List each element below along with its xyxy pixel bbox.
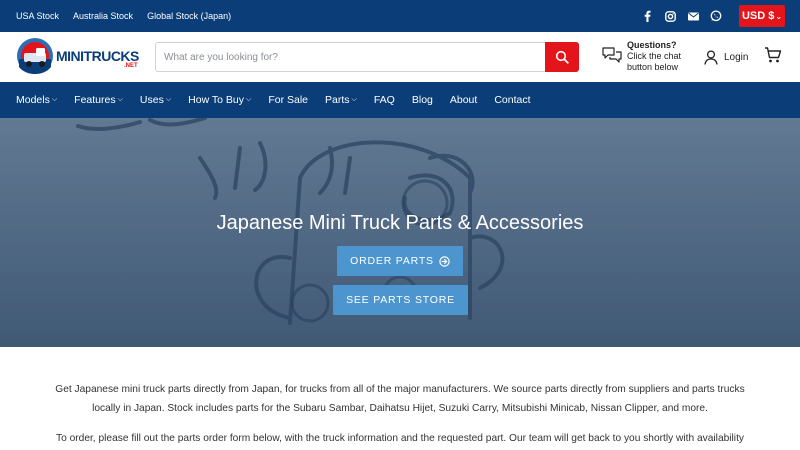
nav-label: Uses: [139, 94, 164, 106]
top-bar: USA Stock Australia Stock Global Stock (…: [0, 0, 800, 32]
cart-button[interactable]: [764, 46, 782, 69]
logo-wordmark: MINITRUCKS: [56, 48, 139, 64]
facebook-icon[interactable]: [640, 9, 654, 23]
nav-item-faq[interactable]: FAQ: [374, 94, 395, 106]
nav-item-uses[interactable]: Uses ⌵: [140, 94, 171, 106]
nav-item-how-to-buy[interactable]: How To Buy ⌵: [188, 94, 251, 106]
search-bar: [155, 42, 579, 72]
australia-stock-link[interactable]: Australia Stock: [73, 11, 133, 21]
nav-label: Models: [16, 94, 50, 106]
questions-title: Questions?: [627, 40, 677, 50]
nav-label: Contact: [494, 94, 531, 106]
stock-links: USA Stock Australia Stock Global Stock (…: [16, 0, 231, 32]
chevron-down-icon: ⌵: [246, 96, 252, 103]
nav-item-about[interactable]: About: [450, 94, 477, 106]
nav-item-blog[interactable]: Blog: [412, 94, 433, 106]
nav-item-models[interactable]: Models ⌵: [16, 94, 57, 106]
intro-section: Get Japanese mini truck parts directly f…: [0, 347, 800, 450]
search-icon: [555, 50, 569, 64]
search-button[interactable]: [545, 42, 579, 72]
logo-badge-icon: [17, 38, 53, 74]
nav-item-for-sale[interactable]: For Sale: [268, 94, 308, 106]
order-parts-label: ORDER PARTS: [350, 255, 434, 267]
currency-label: USD $: [741, 10, 775, 22]
nav-label: Blog: [411, 94, 433, 106]
login-label: Login: [724, 51, 749, 63]
nav-label: For Sale: [268, 94, 309, 106]
nav-label: How To Buy: [188, 94, 245, 106]
nav-label: Features: [74, 94, 116, 106]
order-instructions-paragraph: To order, please fill out the parts orde…: [56, 433, 744, 444]
nav-item-features[interactable]: Features ⌵: [74, 94, 123, 106]
chevron-down-icon: ⌵: [351, 96, 357, 103]
site-logo[interactable]: MINITRUCKS .NET: [16, 37, 142, 77]
mail-icon[interactable]: [686, 9, 700, 23]
hero-banner: Japanese Mini Truck Parts & Accessories …: [0, 118, 800, 347]
cart-icon: [765, 47, 782, 63]
chevron-down-icon: ⌵: [165, 96, 172, 103]
main-navigation: Models ⌵ Features ⌵ Uses ⌵ How To Buy ⌵ For …: [0, 82, 800, 118]
chevron-down-icon: ⌵: [51, 96, 58, 103]
nav-label: About: [449, 94, 478, 106]
hero-title: Japanese Mini Truck Parts & Accessories: [216, 212, 584, 234]
whatsapp-icon[interactable]: [709, 9, 723, 23]
order-parts-button[interactable]: ORDER PARTS: [337, 246, 463, 276]
see-parts-store-label: SEE PARTS STORE: [346, 294, 455, 306]
chevron-down-icon: ⌵: [117, 96, 123, 103]
nav-label: FAQ: [373, 94, 395, 106]
site-header: MINITRUCKS .NET Questions? Click the cha…: [0, 32, 800, 82]
intro-paragraph: Get Japanese mini truck parts directly f…: [55, 384, 745, 414]
global-stock-link[interactable]: Global Stock (Japan): [147, 11, 231, 21]
questions-body: Click the chat button below: [627, 51, 682, 72]
chevron-down-icon: ⌄: [775, 11, 783, 21]
nav-item-contact[interactable]: Contact: [494, 94, 530, 106]
user-icon: [704, 49, 718, 65]
login-link[interactable]: Login: [704, 48, 748, 66]
search-input[interactable]: [156, 43, 544, 71]
social-links: [640, 0, 723, 32]
nav-item-parts[interactable]: Parts ⌵: [325, 94, 357, 106]
nav-label: Parts: [325, 94, 350, 106]
circle-arrow-right-icon: [439, 255, 450, 267]
usa-stock-link[interactable]: USA Stock: [16, 11, 59, 21]
see-parts-store-button[interactable]: SEE PARTS STORE: [333, 285, 468, 315]
chat-bubbles-icon: [602, 47, 622, 63]
currency-selector[interactable]: USD $ ⌄: [739, 5, 785, 27]
chat-help[interactable]: Questions? Click the chat button below: [602, 39, 702, 75]
instagram-icon[interactable]: [663, 9, 677, 23]
logo-net-suffix: .NET: [124, 63, 138, 69]
